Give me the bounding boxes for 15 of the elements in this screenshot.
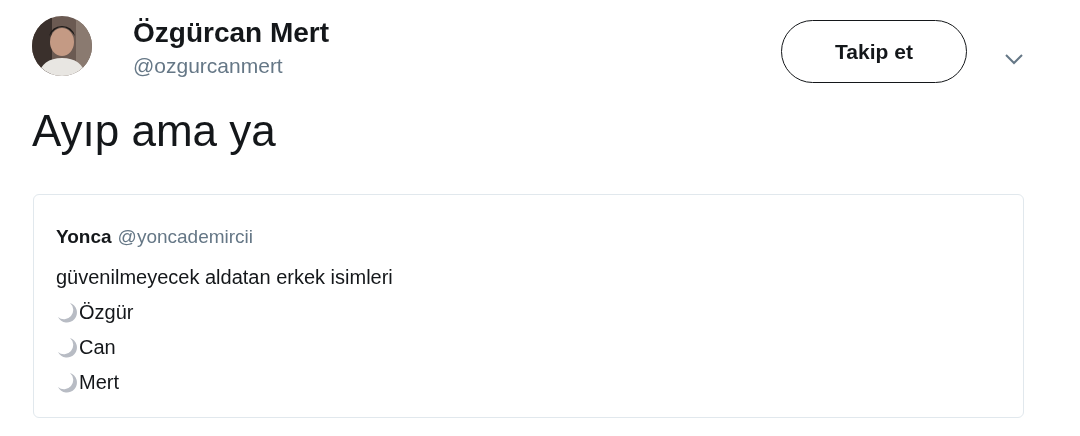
author-handle[interactable]: @ozgurcanmert <box>133 52 330 80</box>
crescent-moon-icon <box>56 336 78 358</box>
author-name[interactable]: Özgürcan Mert <box>133 16 330 50</box>
quoted-tweet-text: güvenilmeyecek aldatan erkek isimleri <box>56 265 393 290</box>
quoted-tweet-card[interactable]: Yonca @yoncademircii güvenilmeyecek aldatan erkek isimleri Özgür Can Mert <box>33 194 1024 418</box>
quoted-author-handle: @yoncademircii <box>117 225 254 249</box>
quoted-tweet-text: Özgür <box>79 300 134 325</box>
quoted-author-name: Yonca <box>56 225 112 249</box>
crescent-moon-icon <box>56 371 78 393</box>
quoted-tweet-text: Can <box>79 335 116 360</box>
quoted-tweet-text: Mert <box>79 370 119 395</box>
crescent-moon-icon <box>56 301 78 323</box>
follow-button[interactable]: Takip et <box>781 20 967 83</box>
tweet-text: Ayıp ama ya <box>32 105 277 157</box>
chevron-down-icon[interactable] <box>1004 53 1024 65</box>
